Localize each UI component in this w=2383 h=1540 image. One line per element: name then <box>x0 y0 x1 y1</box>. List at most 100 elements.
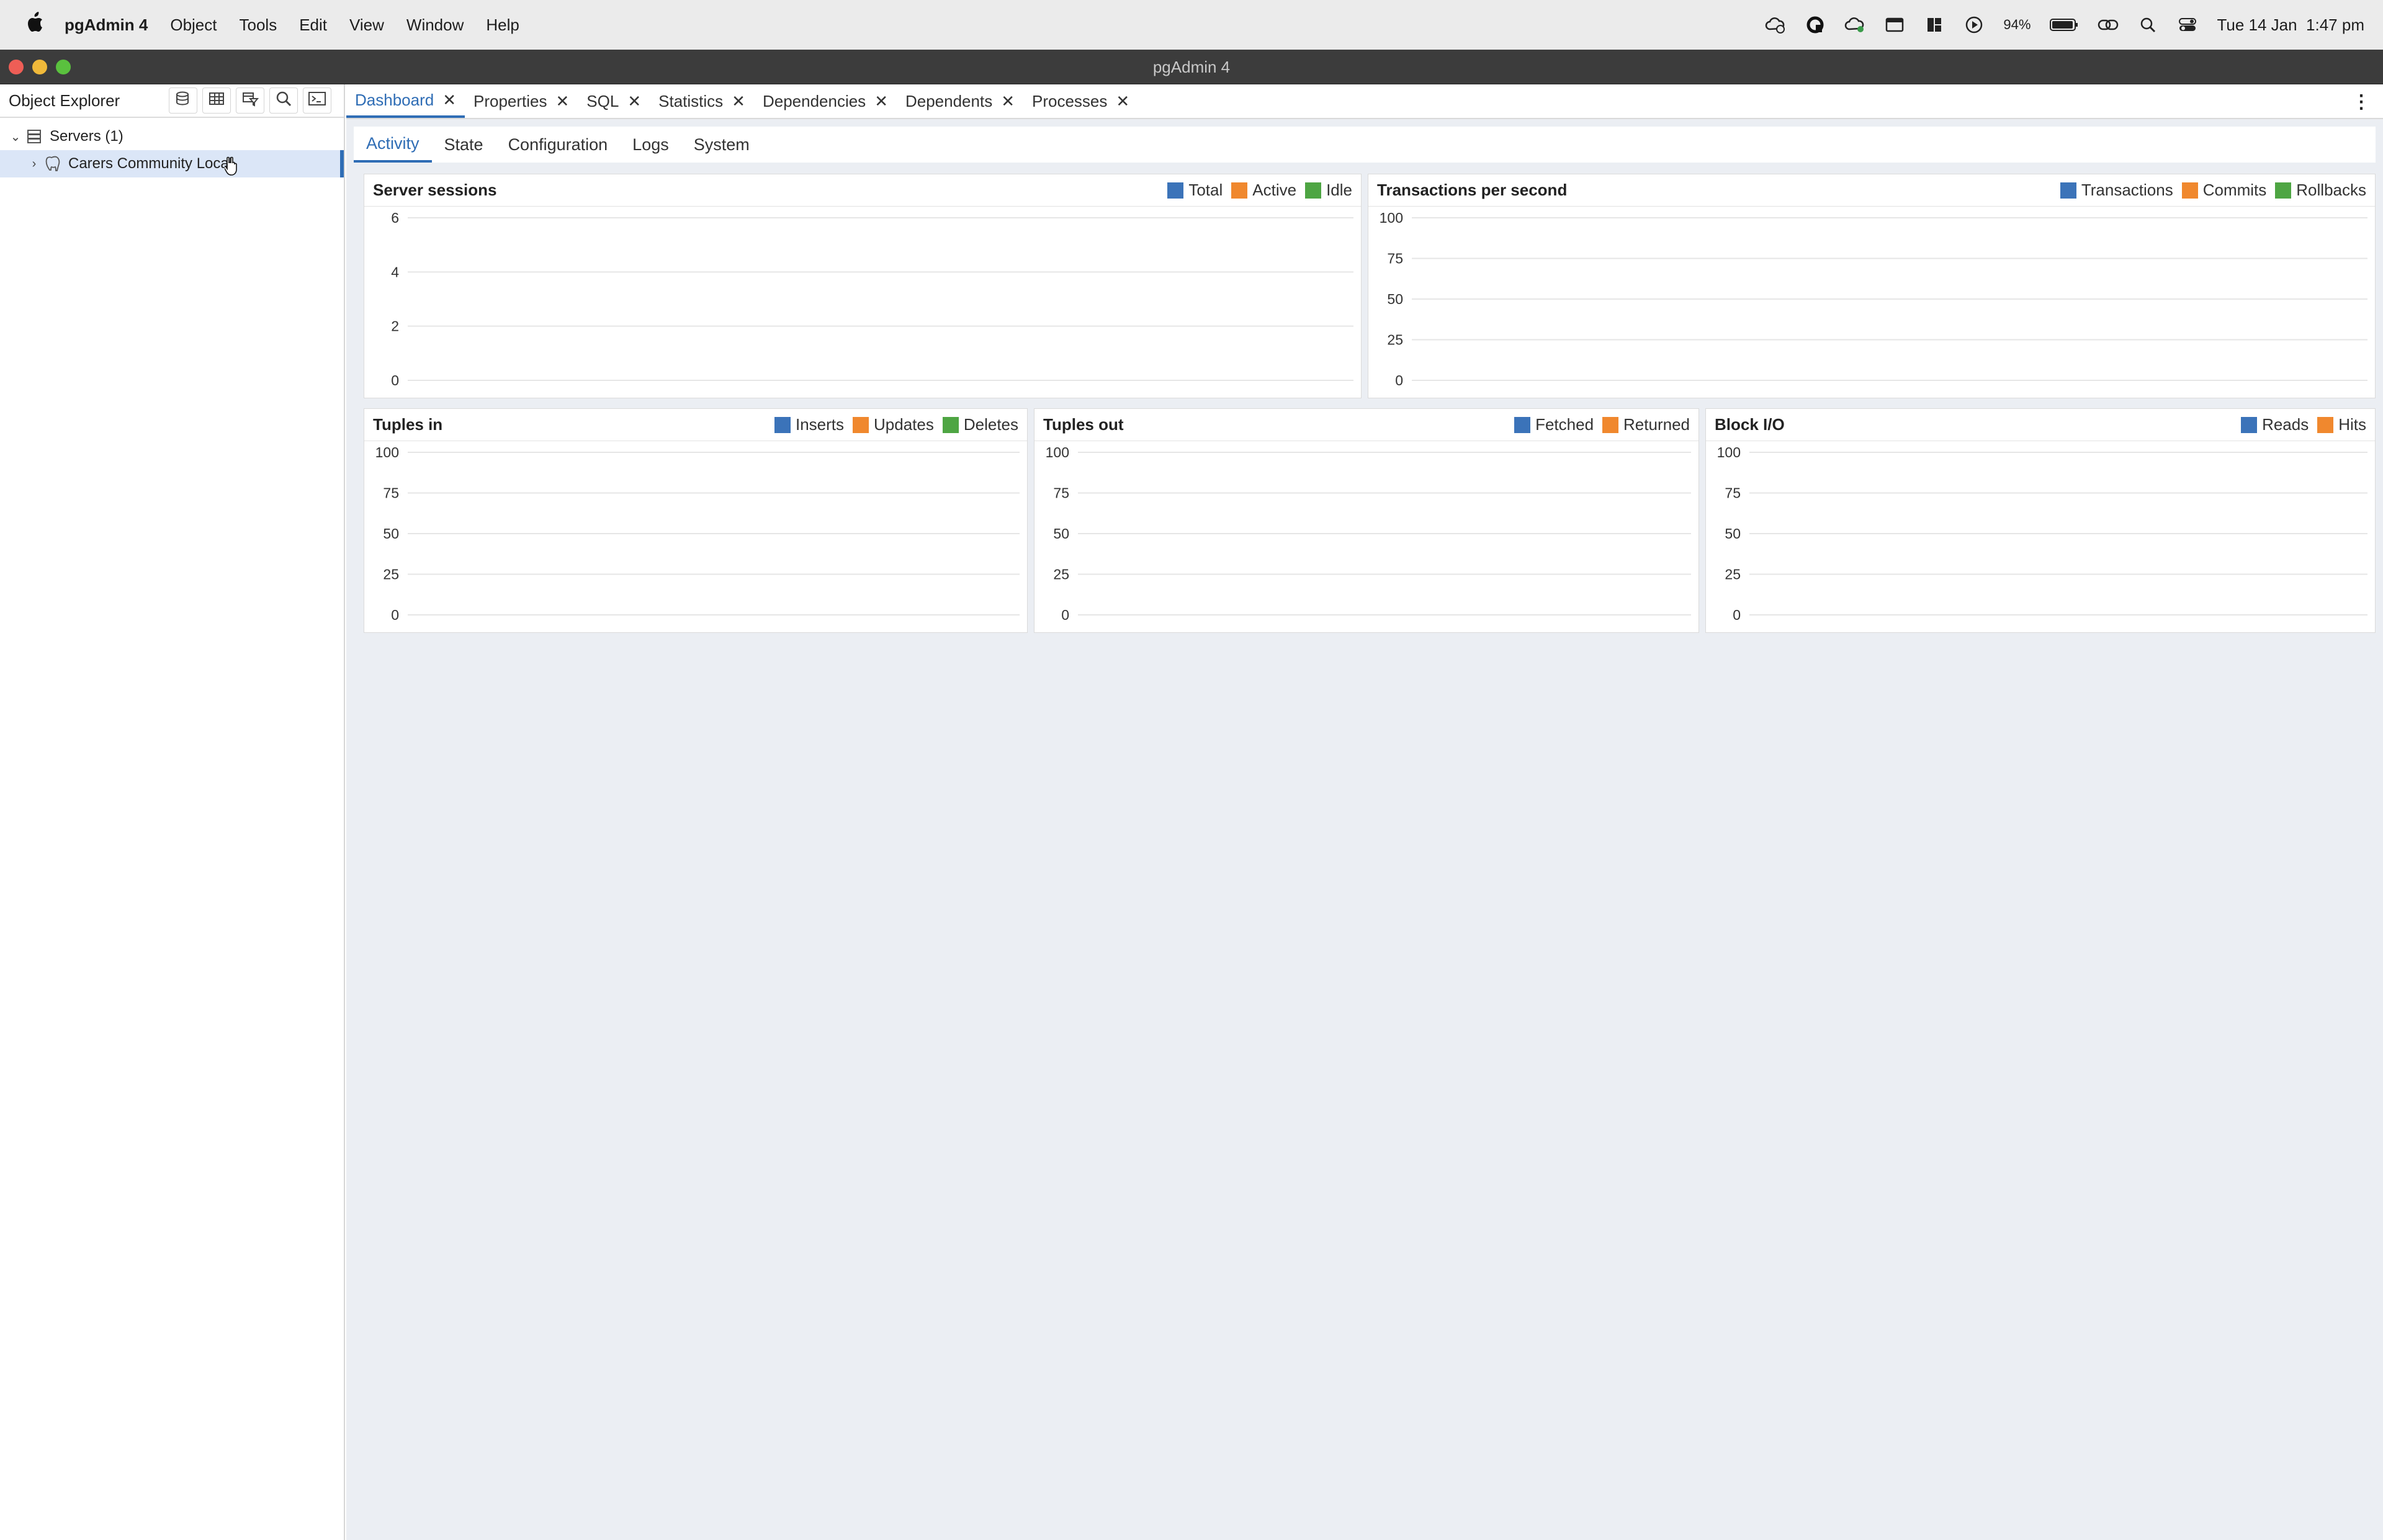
subtab-activity[interactable]: Activity <box>354 127 432 163</box>
chart-svg: 0 25 50 75 100 <box>1717 444 2367 623</box>
control-center-icon[interactable] <box>2177 14 2198 35</box>
legend-item-commits[interactable]: Commits <box>2181 181 2267 200</box>
legend-label: Active <box>1252 181 1297 199</box>
search-icon <box>275 90 292 112</box>
y-tick-label: 75 <box>383 485 399 501</box>
apple-menu-icon[interactable] <box>22 11 47 38</box>
dashboard-subtabs: Activity State Configuration Logs System <box>354 127 2376 163</box>
psql-tool-button[interactable] <box>303 87 331 114</box>
legend-label: Inserts <box>795 415 844 434</box>
legend-item-fetched[interactable]: Fetched <box>1514 415 1594 434</box>
legend-label: Hits <box>2338 415 2366 434</box>
menu-tools[interactable]: Tools <box>240 16 277 35</box>
subtab-logs[interactable]: Logs <box>620 127 681 163</box>
menu-edit[interactable]: Edit <box>299 16 327 35</box>
close-icon[interactable]: ✕ <box>874 92 888 111</box>
legend-item-rollbacks[interactable]: Rollbacks <box>2275 181 2366 200</box>
legend-item-transactions[interactable]: Transactions <box>2060 181 2173 200</box>
tree-node-servers[interactable]: ⌄ Servers (1) <box>0 123 344 150</box>
legend-swatch <box>1305 182 1322 199</box>
menubar-clock[interactable]: Tue 14 Jan 1:47 pm <box>2217 16 2364 35</box>
mouse-pointer-icon <box>223 156 241 181</box>
legend-item-total[interactable]: Total <box>1167 181 1223 200</box>
panel-title: Block I/O <box>1715 415 1785 434</box>
legend-item-hits[interactable]: Hits <box>2317 415 2366 434</box>
battery-icon[interactable] <box>2049 14 2079 35</box>
close-icon[interactable]: ✕ <box>442 91 456 110</box>
terminal-icon <box>308 90 326 112</box>
window-icon[interactable] <box>1884 14 1905 35</box>
y-tick-label: 25 <box>1053 566 1069 583</box>
close-icon[interactable]: ✕ <box>556 92 570 111</box>
main-panel: Dashboard ✕ Properties ✕ SQL ✕ Statistics ✕ … <box>346 84 2383 1540</box>
legend-item-deletes[interactable]: Deletes <box>942 415 1018 434</box>
tab-sql[interactable]: SQL ✕ <box>578 84 650 118</box>
legend-swatch <box>2275 182 2292 199</box>
tab-sql-label: SQL <box>586 91 619 110</box>
menu-object[interactable]: Object <box>170 16 217 35</box>
tab-properties[interactable]: Properties ✕ <box>465 84 578 118</box>
layout-icon[interactable] <box>1924 14 1945 35</box>
tab-statistics[interactable]: Statistics ✕ <box>650 84 754 118</box>
filter-table-icon <box>241 90 259 112</box>
menu-view[interactable]: View <box>349 16 384 35</box>
legend-swatch <box>774 416 791 433</box>
table-icon <box>208 90 225 112</box>
subtab-state[interactable]: State <box>432 127 496 163</box>
y-tick-label: 4 <box>391 264 399 280</box>
legend-label: Transactions <box>2081 181 2173 199</box>
query-tool-button[interactable] <box>169 87 197 114</box>
menu-help[interactable]: Help <box>486 16 519 35</box>
close-icon[interactable]: ✕ <box>732 92 745 111</box>
legend-item-returned[interactable]: Returned <box>1602 415 1690 434</box>
tab-dependents-label: Dependents <box>905 91 993 110</box>
legend-item-reads[interactable]: Reads <box>2241 415 2309 434</box>
panel-server-sessions: Server sessions Total Active Idle 0 2 4 6 <box>364 174 1362 398</box>
play-icon[interactable] <box>1963 14 1985 35</box>
legend-swatch <box>2241 416 2258 433</box>
y-tick-label: 50 <box>383 526 399 542</box>
legend-swatch <box>2060 182 2076 199</box>
chevron-right-icon[interactable]: › <box>25 157 43 171</box>
link-icon[interactable] <box>2098 14 2119 35</box>
window-titlebar: pgAdmin 4 <box>0 50 2383 84</box>
chart-legend: Total Active Idle <box>1165 181 1352 200</box>
tab-statistics-label: Statistics <box>658 91 724 110</box>
cloud-status-icon[interactable] <box>1844 14 1865 35</box>
g-app-icon[interactable] <box>1805 14 1826 35</box>
close-icon[interactable]: ✕ <box>1001 92 1015 111</box>
panel-title: Tuples in <box>373 415 443 434</box>
subtab-system[interactable]: System <box>681 127 762 163</box>
y-tick-label: 2 <box>391 318 399 334</box>
subtab-configuration[interactable]: Configuration <box>496 127 621 163</box>
legend-swatch <box>1602 416 1619 433</box>
menu-app-name[interactable]: pgAdmin 4 <box>65 16 148 35</box>
battery-percent: 94% <box>2003 17 2031 32</box>
tab-dependents[interactable]: Dependents ✕ <box>897 84 1023 118</box>
chevron-down-icon[interactable]: ⌄ <box>6 129 25 145</box>
legend-item-active[interactable]: Active <box>1231 181 1296 200</box>
tab-processes[interactable]: Processes ✕ <box>1023 84 1138 118</box>
menu-window[interactable]: Window <box>406 16 464 35</box>
legend-item-updates[interactable]: Updates <box>853 415 934 434</box>
filtered-rows-button[interactable] <box>236 87 264 114</box>
spotlight-search-icon[interactable] <box>2137 14 2158 35</box>
chart-plot-area: 0 25 50 75 100 <box>1368 207 2375 398</box>
tab-properties-label: Properties <box>473 91 547 110</box>
search-objects-button[interactable] <box>269 87 298 114</box>
y-tick-label: 0 <box>1061 607 1069 623</box>
legend-label: Commits <box>2202 181 2267 199</box>
tree-node-server[interactable]: › Carers Community Local <box>0 150 344 177</box>
legend-item-idle[interactable]: Idle <box>1305 181 1352 200</box>
close-icon[interactable]: ✕ <box>627 92 641 111</box>
close-icon[interactable]: ✕ <box>1116 92 1129 111</box>
more-options-icon[interactable]: ⋮ <box>2352 84 2371 119</box>
macos-menubar: pgAdmin 4 Object Tools Edit View Window … <box>0 0 2383 50</box>
y-tick-label: 75 <box>1725 485 1741 501</box>
cloud-sync-icon[interactable] <box>1765 14 1786 35</box>
tab-dashboard[interactable]: Dashboard ✕ <box>346 84 465 118</box>
legend-item-inserts[interactable]: Inserts <box>774 415 844 434</box>
y-tick-label: 25 <box>383 566 399 583</box>
tab-dependencies[interactable]: Dependencies ✕ <box>754 84 897 118</box>
view-data-button[interactable] <box>202 87 231 114</box>
